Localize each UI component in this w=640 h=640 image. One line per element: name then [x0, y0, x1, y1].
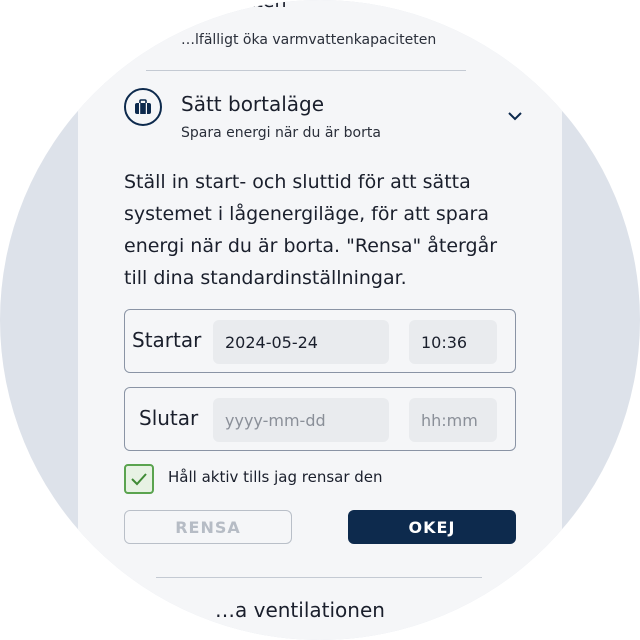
end-time-input[interactable] — [409, 398, 497, 442]
end-datetime-group: Slutar — [124, 387, 516, 451]
previous-section-title[interactable]: …rmvatten — [180, 0, 287, 12]
start-datetime-group: Startar — [124, 309, 516, 373]
away-mode-title[interactable]: Sätt bortaläge — [181, 92, 324, 116]
away-mode-subtitle: Spara energi när du är borta — [181, 125, 381, 141]
chevron-down-icon[interactable] — [506, 108, 524, 124]
suitcase-icon — [124, 88, 162, 126]
clear-button[interactable]: RENSA — [124, 510, 292, 544]
away-mode-description: Ställ in start- och sluttid för att sätt… — [124, 171, 498, 289]
checkmark-icon — [131, 473, 147, 486]
ok-button[interactable]: OKEJ — [348, 510, 516, 544]
end-date-input[interactable] — [213, 398, 389, 442]
start-label: Startar — [132, 328, 202, 352]
keep-active-label[interactable]: Håll aktiv tills jag rensar den — [168, 468, 383, 486]
next-section-title[interactable]: …a ventilationen — [215, 598, 385, 622]
circular-frame: …rmvatten …lfälligt öka varmvattenkapaci… — [0, 0, 640, 640]
keep-active-checkbox[interactable] — [124, 464, 154, 494]
end-label: Slutar — [139, 406, 199, 430]
section-divider — [146, 70, 466, 71]
previous-section-subtitle: …lfälligt öka varmvattenkapaciteten — [181, 32, 437, 48]
section-divider — [156, 577, 482, 578]
start-date-input[interactable] — [213, 320, 389, 364]
start-time-input[interactable] — [409, 320, 497, 364]
